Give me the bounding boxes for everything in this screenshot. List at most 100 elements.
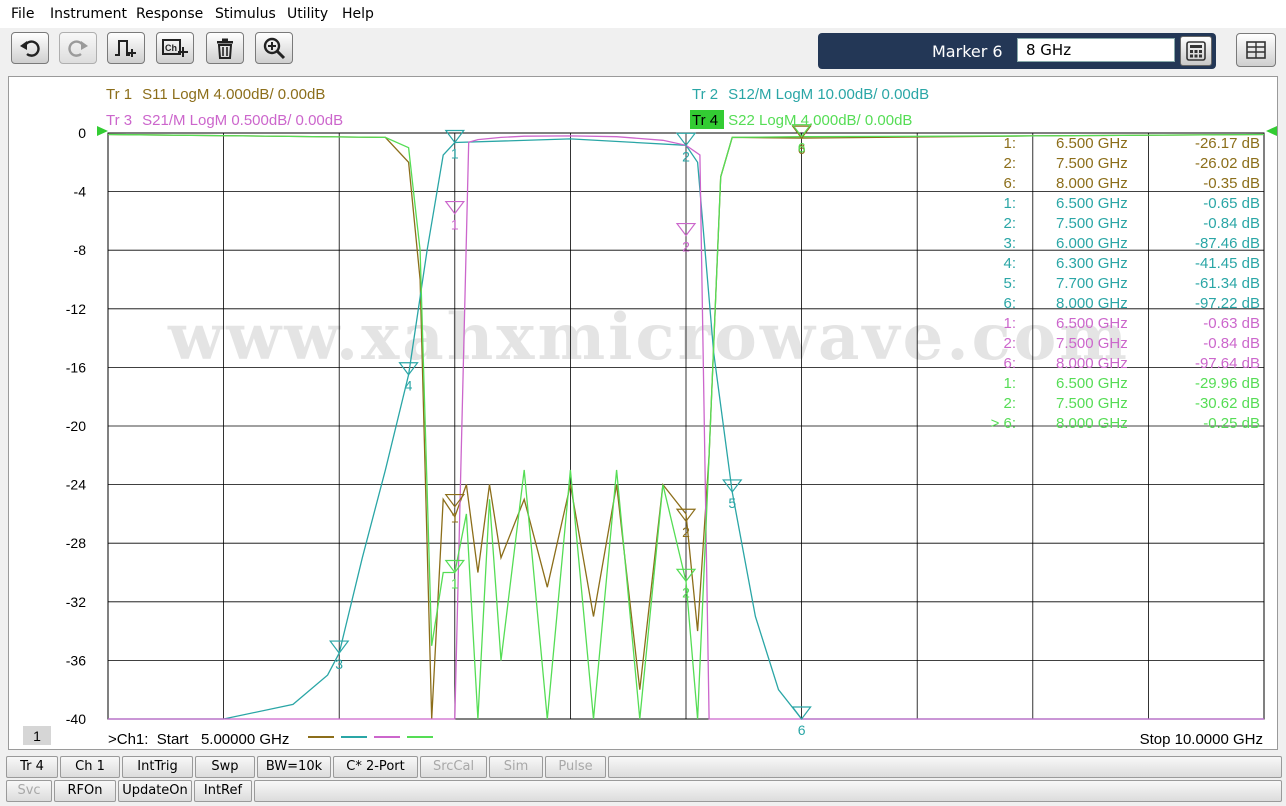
trace-chart[interactable]: www.xahxmicrowave.com 0 -4 -8 -12 -16 -20 -24 -… [9,77,1277,749]
readout-value: -0.63 dB [1203,315,1260,332]
marker-panel: Marker 6 8 GHz [818,33,1216,69]
status-srccal[interactable]: SrcCal [420,756,487,778]
trace4-label[interactable]: Tr 4 S22 LogM 4.000dB/ 0.00dB [692,112,912,129]
y-tick-label: -40 [66,711,86,727]
readout-marker: 6: [1003,295,1016,312]
readout-marker: 3: [1003,235,1016,252]
readout-value: -0.35 dB [1203,175,1260,192]
readout-value: -97.22 dB [1195,295,1260,312]
trace1-label[interactable]: Tr 1 S11 LogM 4.000dB/ 0.00dB [106,86,325,103]
readout-frequency: 8.000 GHz [1056,355,1128,372]
trash-icon [217,38,233,59]
y-tick-label: 0 [78,125,86,141]
y-tick-label: -28 [66,535,86,551]
readout-frequency: 8.000 GHz [1056,175,1128,192]
readout-value: -26.17 dB [1195,135,1260,152]
status-channel[interactable]: Ch 1 [60,756,120,778]
readout-marker: 5: [1003,275,1016,292]
readout-marker: 2: [1003,215,1016,232]
status-int-ref[interactable]: IntRef [194,780,252,802]
marker-label: 3 [335,656,343,672]
readout-value: -87.46 dB [1195,235,1260,252]
readout-value: -41.45 dB [1195,255,1260,272]
redo-icon [68,40,88,57]
marker-label: 2 [682,584,690,600]
delete-button[interactable] [206,32,244,64]
zoom-icon [263,37,286,60]
trace3-label[interactable]: Tr 3 S21/M LogM 0.500dB/ 0.00dB [106,112,343,129]
status-trigger[interactable]: IntTrig [122,756,193,778]
marker-value-input[interactable]: 8 GHz [1017,38,1175,62]
marker-label: Marker 6 [932,42,1003,61]
menu-help[interactable]: Help [342,6,374,22]
readout-value: -30.62 dB [1195,395,1260,412]
status-calibration[interactable]: C* 2-Port [333,756,418,778]
status-sweep[interactable]: Swp [195,756,255,778]
readout-marker: > 6: [991,415,1016,432]
menu-response[interactable]: Response [136,6,203,22]
status-empty-field [608,756,1282,778]
menu-file[interactable]: File [11,6,34,22]
zoom-button[interactable] [255,32,293,64]
readout-frequency: 8.000 GHz [1056,415,1128,432]
stop-frequency[interactable]: Stop 10.0000 GHz [1140,731,1263,748]
measurement-display: www.xahxmicrowave.com 0 -4 -8 -12 -16 -20 -24 -… [8,76,1278,750]
menu-bar: File Instrument Response Stimulus Utilit… [0,0,1286,28]
marker-label: 1 [451,217,459,233]
start-frequency[interactable]: >Ch1: Start 5.00000 GHz [108,731,289,748]
status-pulse[interactable]: Pulse [545,756,606,778]
y-tick-label: -36 [66,652,86,668]
y-tick-label: -8 [74,242,87,258]
readout-marker: 6: [1003,175,1016,192]
status-trace[interactable]: Tr 4 [6,756,58,778]
readout-marker: 1: [1003,195,1016,212]
menu-stimulus[interactable]: Stimulus [215,6,276,22]
readout-frequency: 6.500 GHz [1056,135,1128,152]
y-tick-label: -12 [66,301,86,317]
add-channel-icon: Ch [162,39,188,57]
calculator-icon [1186,41,1206,61]
add-channel-button[interactable]: Ch [156,32,194,64]
marker-label: 5 [728,495,736,511]
trace2-label[interactable]: Tr 2 S12/M LogM 10.00dB/ 0.00dB [692,86,929,103]
undo-button[interactable] [11,32,49,64]
status-svc[interactable]: Svc [6,780,52,802]
y-tick-label: -20 [66,418,86,434]
status-empty-field-2 [254,780,1282,802]
readout-frequency: 7.500 GHz [1056,155,1128,172]
undo-icon [20,40,40,57]
status-bandwidth[interactable]: BW=10k [257,756,331,778]
menu-utility[interactable]: Utility [287,6,328,22]
readout-frequency: 6.500 GHz [1056,195,1128,212]
marker-label: 1 [451,510,459,526]
marker-label: 1 [451,146,459,162]
menu-instrument[interactable]: Instrument [50,6,127,22]
calculator-button[interactable] [1180,36,1212,66]
softkey-menu-button[interactable] [1236,33,1276,67]
status-sim[interactable]: Sim [489,756,543,778]
add-trace-button[interactable] [107,32,145,64]
readout-value: -0.25 dB [1203,415,1260,432]
readout-marker: 1: [1003,135,1016,152]
readout-marker: 4: [1003,255,1016,272]
status-update-on[interactable]: UpdateOn [118,780,192,802]
status-bar: Tr 4 Ch 1 IntTrig Swp BW=10k C* 2-Port S… [0,752,1286,806]
readout-value: -97.64 dB [1195,355,1260,372]
readout-frequency: 8.000 GHz [1056,295,1128,312]
readout-frequency: 6.500 GHz [1056,315,1128,332]
status-rf-on[interactable]: RFOn [54,780,116,802]
readout-value: -29.96 dB [1195,375,1260,392]
marker-readout-table: 1: 6.500 GHz -26.17 dB 2: 7.500 GHz -26.02 dB… [991,135,1260,432]
redo-button[interactable] [59,32,97,64]
y-axis-ticks: 0 -4 -8 -12 -16 -20 -24 -28 -32 -36 -40 [66,125,86,727]
marker-label: 4 [405,378,413,394]
readout-frequency: 7.500 GHz [1056,335,1128,352]
marker-label: 2 [682,524,690,540]
ref-level-right-icon [1266,126,1277,136]
y-tick-label: -4 [74,184,87,200]
readout-value: -0.84 dB [1203,215,1260,232]
y-tick-label: -24 [66,477,86,493]
grid-menu-icon [1246,41,1266,59]
marker-label: 2 [682,148,690,164]
readout-frequency: 6.500 GHz [1056,375,1128,392]
